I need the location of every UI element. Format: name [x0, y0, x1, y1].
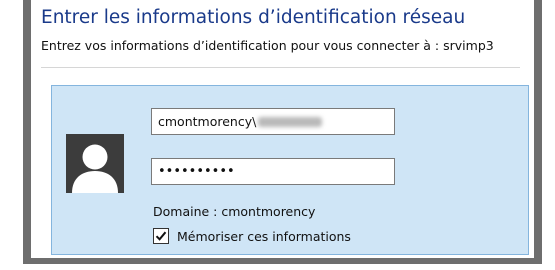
remember-credentials-option[interactable]: Mémoriser ces informations — [153, 228, 351, 244]
separator — [41, 67, 520, 68]
username-value: cmontmorency\ — [158, 114, 257, 129]
domain-label: Domaine : cmontmorency — [153, 204, 316, 219]
credentials-dialog: Entrer les informations d’identification… — [23, 0, 542, 264]
remember-label: Mémoriser ces informations — [177, 228, 351, 244]
credential-tile[interactable]: cmontmorency\ •••••••••• Domaine : cmont… — [51, 85, 529, 255]
user-avatar-icon — [66, 134, 124, 193]
redacted-username — [258, 116, 323, 127]
dialog-title: Entrer les informations d’identification… — [41, 7, 466, 28]
password-input[interactable]: •••••••••• — [151, 158, 395, 185]
username-input[interactable]: cmontmorency\ — [151, 108, 395, 135]
remember-checkbox[interactable] — [153, 228, 169, 244]
checkmark-icon — [155, 231, 167, 241]
dialog-subtitle: Entrez vos informations d’identification… — [41, 38, 494, 53]
password-mask: •••••••••• — [158, 164, 235, 179]
